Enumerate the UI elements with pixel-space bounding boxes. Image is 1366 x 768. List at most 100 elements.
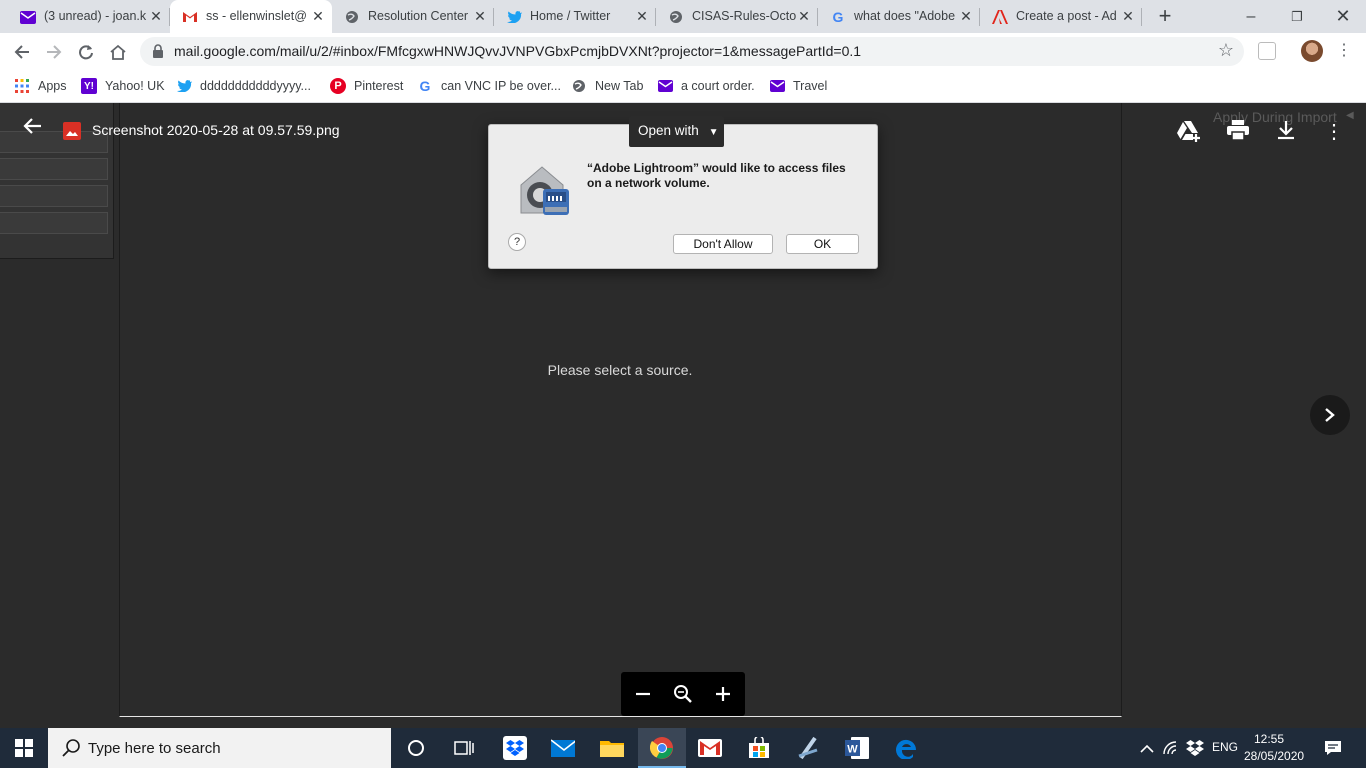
tab-adobe-post[interactable]: Create a post - Ad ✕ xyxy=(980,0,1142,33)
tab-label: CISAS-Rules-Octob xyxy=(692,9,797,23)
close-icon[interactable]: ✕ xyxy=(796,8,812,24)
microsoft-store-icon[interactable] xyxy=(747,736,771,760)
tab-label: ss - ellenwinslet@ xyxy=(206,9,307,23)
bookmark-apps[interactable]: Apps xyxy=(14,77,67,95)
yahoo-icon: Y! xyxy=(81,78,97,94)
system-clock[interactable]: 12:55 28/05/2020 xyxy=(1244,731,1305,765)
collapse-triangle-icon[interactable]: ◀ xyxy=(1346,110,1354,121)
tab-cisas-rules[interactable]: CISAS-Rules-Octob ✕ xyxy=(656,0,818,33)
window-close-button[interactable]: ✕ xyxy=(1320,0,1366,33)
edge-icon[interactable] xyxy=(895,736,919,760)
bookmark-star-icon[interactable]: ☆ xyxy=(1218,40,1234,61)
restore-button[interactable]: ❐ xyxy=(1274,0,1320,33)
bookmark-yahoo-uk[interactable]: Y! Yahoo! UK xyxy=(81,77,165,95)
task-view-icon[interactable] xyxy=(452,736,476,760)
browser-menu-icon[interactable]: ⋮ xyxy=(1336,39,1352,63)
bookmark-label: can VNC IP be over... xyxy=(441,79,561,93)
panel-row[interactable] xyxy=(0,158,108,180)
viewer-back-button[interactable] xyxy=(22,117,44,139)
download-icon[interactable] xyxy=(1274,120,1298,144)
profile-avatar[interactable] xyxy=(1301,40,1323,62)
globe-icon xyxy=(668,9,684,25)
dialog-message: “Adobe Lightroom” would like to access f… xyxy=(587,161,846,190)
address-bar[interactable]: mail.google.com/mail/u/2/#inbox/FMfcgxwH… xyxy=(140,37,1244,66)
cortana-icon[interactable] xyxy=(404,736,428,760)
zoom-controls xyxy=(621,672,745,716)
tab-label: Home / Twitter xyxy=(530,9,611,23)
network-icon[interactable] xyxy=(1160,736,1184,760)
new-tab-button[interactable]: + xyxy=(1154,5,1176,28)
home-button[interactable] xyxy=(104,38,132,66)
google-icon: G xyxy=(832,9,844,25)
tab-resolution-center[interactable]: Resolution Center ✕ xyxy=(332,0,494,33)
close-icon[interactable]: ✕ xyxy=(1120,8,1136,24)
globe-icon xyxy=(571,78,587,94)
zoom-out-button[interactable] xyxy=(631,682,655,706)
file-explorer-icon[interactable] xyxy=(600,736,624,760)
print-icon[interactable] xyxy=(1226,120,1250,144)
panel-row[interactable] xyxy=(0,212,108,234)
bookmark-court-order[interactable]: a court order. xyxy=(657,77,755,95)
url-text: mail.google.com/mail/u/2/#inbox/FMfcgxwH… xyxy=(174,43,862,59)
tab-gmail[interactable]: ss - ellenwinslet@ ✕ xyxy=(170,0,332,33)
snipping-tool-icon[interactable] xyxy=(796,736,820,760)
tab-yahoo-mail[interactable]: (3 unread) - joan.k ✕ xyxy=(8,0,170,33)
bookmark-label: Yahoo! UK xyxy=(105,79,165,93)
next-attachment-button[interactable] xyxy=(1310,395,1350,435)
mail-app-icon[interactable] xyxy=(551,736,575,760)
bookmark-label: Pinterest xyxy=(354,79,404,93)
tab-google-search[interactable]: G what does "Adobe ✕ xyxy=(818,0,980,33)
dropbox-icon[interactable] xyxy=(503,736,527,760)
panel-row[interactable] xyxy=(0,185,108,207)
tab-twitter[interactable]: Home / Twitter ✕ xyxy=(494,0,656,33)
gmail-app-icon[interactable] xyxy=(698,736,722,760)
help-button[interactable]: ? xyxy=(508,233,526,251)
zoom-in-button[interactable] xyxy=(711,682,735,706)
twitter-icon xyxy=(176,78,192,94)
bookmark-new-tab[interactable]: New Tab xyxy=(571,77,643,95)
yahoo-mail-icon xyxy=(20,9,36,25)
yahoo-mail-icon xyxy=(657,78,673,94)
bookmark-vnc[interactable]: G can VNC IP be over... xyxy=(417,77,561,95)
dropdown-arrow-icon: ▼ xyxy=(708,127,719,138)
zoom-reset-button[interactable] xyxy=(671,682,695,706)
taskbar-chrome-active[interactable] xyxy=(638,728,686,768)
ok-button[interactable]: OK xyxy=(786,234,859,254)
lock-icon xyxy=(153,44,163,58)
start-button[interactable] xyxy=(0,728,48,768)
extension-icon[interactable] xyxy=(1258,42,1276,60)
language-indicator[interactable]: ENG xyxy=(1212,740,1238,754)
gmail-icon xyxy=(182,9,198,25)
twitter-icon xyxy=(506,9,522,25)
back-button[interactable] xyxy=(8,38,36,66)
gatekeeper-network-icon xyxy=(513,163,571,219)
bookmark-label: Travel xyxy=(793,79,828,93)
bookmark-travel[interactable]: Travel xyxy=(769,77,827,95)
close-icon[interactable]: ✕ xyxy=(310,8,326,24)
dont-allow-button[interactable]: Don't Allow xyxy=(673,234,773,254)
show-hidden-icons-chevron[interactable] xyxy=(1135,736,1159,760)
tab-label: Create a post - Ad xyxy=(1016,9,1117,23)
close-icon[interactable]: ✕ xyxy=(958,8,974,24)
svg-text:W: W xyxy=(847,744,858,756)
open-with-button[interactable]: Open with ▼ xyxy=(629,116,724,147)
minimize-button[interactable]: – xyxy=(1228,0,1274,33)
add-to-drive-icon[interactable] xyxy=(1177,120,1201,144)
close-icon[interactable]: ✕ xyxy=(472,8,488,24)
taskbar-search-box[interactable]: Type here to search xyxy=(48,728,391,768)
clock-date: 28/05/2020 xyxy=(1244,749,1305,763)
pinterest-icon: P xyxy=(330,78,346,94)
action-center-icon[interactable] xyxy=(1321,736,1345,760)
dropbox-tray-icon[interactable] xyxy=(1183,736,1207,760)
reload-button[interactable] xyxy=(72,38,100,66)
windows-taskbar: Type here to search W ENG 12:55 28/05/20… xyxy=(0,728,1366,768)
close-icon[interactable]: ✕ xyxy=(634,8,650,24)
more-options-icon[interactable]: ⋮ xyxy=(1322,120,1346,144)
close-icon[interactable]: ✕ xyxy=(148,8,164,24)
word-icon[interactable]: W xyxy=(845,736,869,760)
bookmark-twitter[interactable]: dddddddddddyyyy... xyxy=(176,77,311,95)
forward-button[interactable] xyxy=(40,38,68,66)
bookmark-label: a court order. xyxy=(681,79,755,93)
bookmark-label: New Tab xyxy=(595,79,644,93)
bookmark-pinterest[interactable]: P Pinterest xyxy=(330,77,403,95)
